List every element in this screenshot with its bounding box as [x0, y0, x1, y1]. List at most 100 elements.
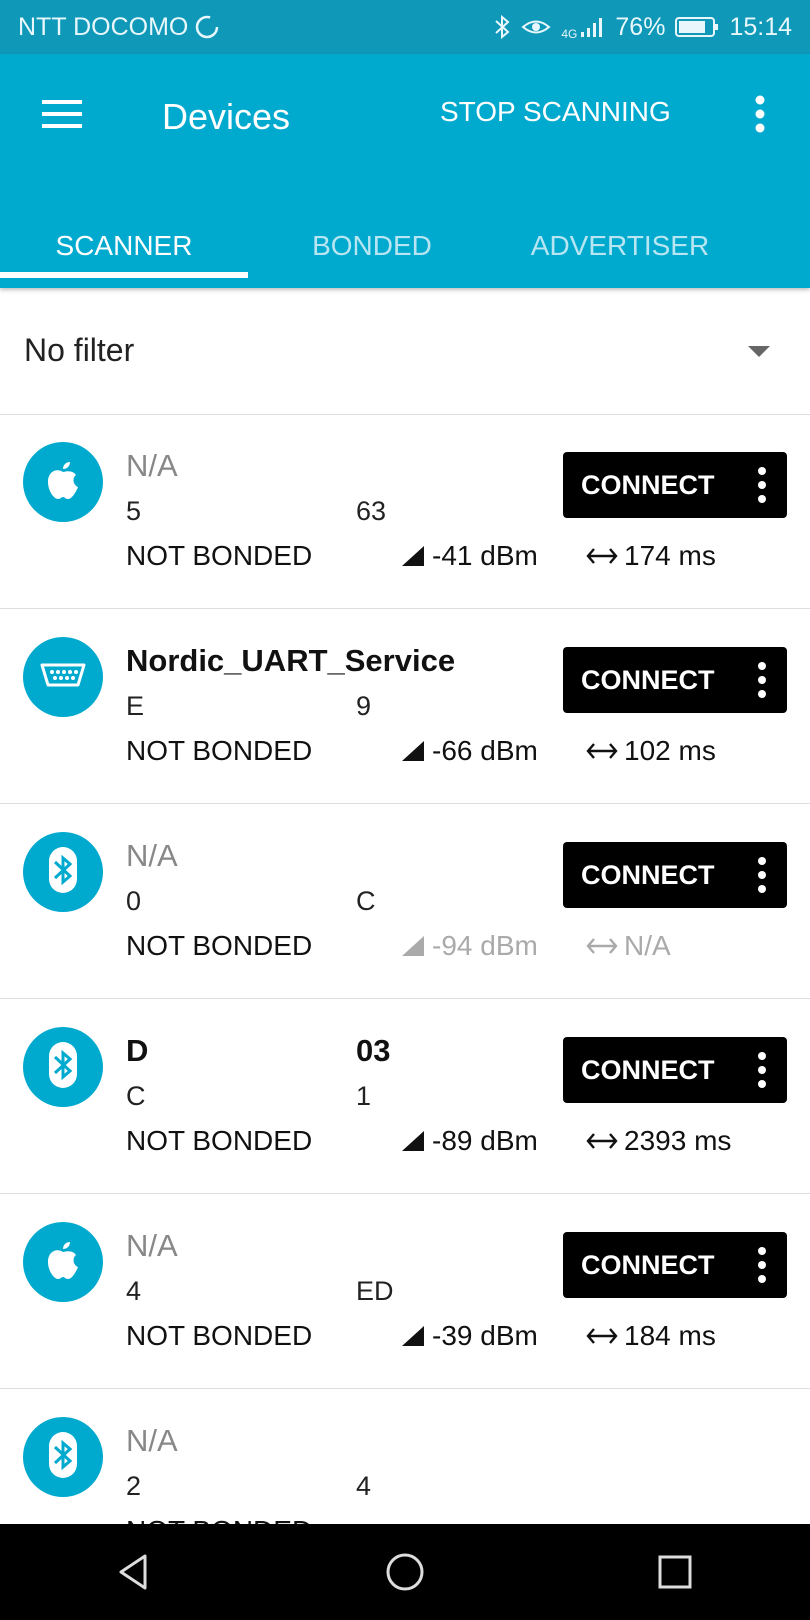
- device-address-start: 5: [126, 496, 142, 526]
- network-type-label: 4G: [561, 26, 578, 41]
- signal-strength-icon: [402, 546, 424, 566]
- interval-value: 184 ms: [624, 1320, 716, 1351]
- hamburger-menu-icon: [42, 100, 82, 128]
- status-bar: NTT DOCOMO 4G 76% 15:14: [0, 0, 810, 54]
- device-avatar: [23, 1027, 103, 1107]
- rssi-value: -39 dBm: [432, 1320, 538, 1351]
- battery-icon: [675, 15, 719, 39]
- rssi-readout: -41 dBm: [400, 540, 538, 572]
- app-bar: Devices STOP SCANNING SCANNER BONDED ADV…: [0, 54, 810, 288]
- eye-comfort-icon: [521, 16, 551, 38]
- interval-value: N/A: [624, 930, 671, 961]
- device-avatar: [23, 637, 103, 717]
- signal-strength-icon: [402, 1131, 424, 1151]
- bond-state: NOT BONDED: [126, 540, 313, 571]
- connect-button[interactable]: CONNECT: [563, 452, 787, 518]
- tab-bonded[interactable]: BONDED: [248, 204, 496, 288]
- rssi-readout: -39 dBm: [400, 1320, 538, 1352]
- battery-percent: 76%: [615, 12, 666, 41]
- rssi-value: -66 dBm: [432, 735, 538, 766]
- more-vert-icon[interactable]: [757, 1052, 767, 1088]
- serial-port-icon: [39, 662, 87, 693]
- signal-strength-icon: [402, 1326, 424, 1346]
- bluetooth-icon: [43, 1430, 83, 1485]
- interval-arrow-icon: [586, 1133, 618, 1149]
- recents-square-icon: [658, 1555, 692, 1589]
- tab-advertiser[interactable]: ADVERTISER: [496, 204, 744, 288]
- device-row[interactable]: Nordic_UART_Service E 9 NOT BONDED -66 d…: [0, 609, 810, 804]
- stop-scanning-button[interactable]: STOP SCANNING: [440, 96, 671, 128]
- interval-arrow-icon: [586, 1328, 618, 1344]
- interval-readout: 174 ms: [586, 540, 716, 572]
- menu-button[interactable]: [30, 90, 94, 138]
- bluetooth-icon: [43, 845, 83, 900]
- bond-state: NOT BONDED: [126, 735, 313, 766]
- home-circle-icon: [386, 1553, 424, 1591]
- device-address-end: 9: [356, 691, 372, 721]
- page-title: Devices: [162, 96, 291, 137]
- recents-button[interactable]: [630, 1532, 720, 1612]
- tab-scanner[interactable]: SCANNER: [0, 204, 248, 288]
- bluetooth-status-icon: [493, 14, 511, 40]
- more-vert-icon[interactable]: [757, 1247, 767, 1283]
- more-vert-icon[interactable]: [757, 662, 767, 698]
- device-name: D: [126, 1033, 149, 1068]
- device-address-end: C: [356, 886, 376, 916]
- device-name: N/A: [126, 1228, 178, 1263]
- connect-button[interactable]: CONNECT: [563, 1037, 787, 1103]
- device-address-end: 63: [356, 496, 387, 526]
- interval-arrow-icon: [586, 548, 618, 564]
- rssi-readout: -89 dBm: [400, 1125, 538, 1157]
- more-vert-icon[interactable]: [757, 467, 767, 503]
- interval-arrow-icon: [586, 938, 618, 954]
- rssi-value: -89 dBm: [432, 1125, 538, 1156]
- connect-label: CONNECT: [581, 1054, 715, 1085]
- signal-strength-icon: [402, 741, 424, 761]
- device-row[interactable]: N/A 5 63 NOT BONDED -41 dBm 174 ms CONNE…: [0, 414, 810, 609]
- device-name: Nordic_UART_Service: [126, 643, 456, 678]
- interval-value: 2393 ms: [624, 1125, 732, 1156]
- more-vert-icon[interactable]: [757, 857, 767, 893]
- device-avatar: [23, 1417, 103, 1497]
- back-button[interactable]: [90, 1532, 180, 1612]
- rssi-readout: -94 dBm: [400, 930, 538, 962]
- rssi-readout: -66 dBm: [400, 735, 538, 767]
- system-nav-bar: [0, 1524, 810, 1620]
- device-name: N/A: [126, 1423, 178, 1458]
- bond-state: NOT BONDED: [126, 1320, 313, 1351]
- filter-dropdown[interactable]: No filter: [0, 288, 810, 415]
- back-triangle-icon: [119, 1554, 147, 1590]
- bluetooth-icon: [43, 1040, 83, 1095]
- device-row[interactable]: N/A 4 ED NOT BONDED -39 dBm 184 ms CONNE…: [0, 1194, 810, 1389]
- device-address-start: 4: [126, 1276, 142, 1306]
- interval-arrow-icon: [586, 743, 618, 759]
- interval-readout: 102 ms: [586, 735, 716, 767]
- interval-readout: N/A: [586, 930, 671, 962]
- overflow-menu-button[interactable]: [740, 90, 780, 138]
- connect-label: CONNECT: [581, 469, 715, 500]
- connect-button[interactable]: CONNECT: [563, 647, 787, 713]
- device-address-end: 4: [356, 1471, 372, 1501]
- filter-selected-value: No filter: [24, 332, 135, 368]
- device-address-start: E: [126, 691, 145, 721]
- rssi-value: -41 dBm: [432, 540, 538, 571]
- apple-icon: [43, 1238, 83, 1287]
- device-address-start: 0: [126, 886, 142, 916]
- connect-label: CONNECT: [581, 664, 715, 695]
- device-avatar: [23, 1222, 103, 1302]
- connect-button[interactable]: CONNECT: [563, 1232, 787, 1298]
- connect-button[interactable]: CONNECT: [563, 842, 787, 908]
- device-row[interactable]: D 03 C 1 NOT BONDED -89 dBm 2393 ms CONN…: [0, 999, 810, 1194]
- device-list: N/A 5 63 NOT BONDED -41 dBm 174 ms CONNE…: [0, 414, 810, 1524]
- home-button[interactable]: [360, 1532, 450, 1612]
- bond-state: NOT BONDED: [126, 1125, 313, 1156]
- rssi-value: -94 dBm: [432, 930, 538, 961]
- device-name: N/A: [126, 448, 178, 483]
- signal-strength-icon: [402, 936, 424, 956]
- connect-label: CONNECT: [581, 1249, 715, 1280]
- interval-value: 174 ms: [624, 540, 716, 571]
- more-vert-icon: [755, 95, 765, 133]
- device-row[interactable]: N/A 0 C NOT BONDED -94 dBm N/A CONNECT: [0, 804, 810, 999]
- device-row[interactable]: N/A 2 4 NOT BONDED: [0, 1389, 810, 1524]
- sync-icon: [194, 14, 220, 40]
